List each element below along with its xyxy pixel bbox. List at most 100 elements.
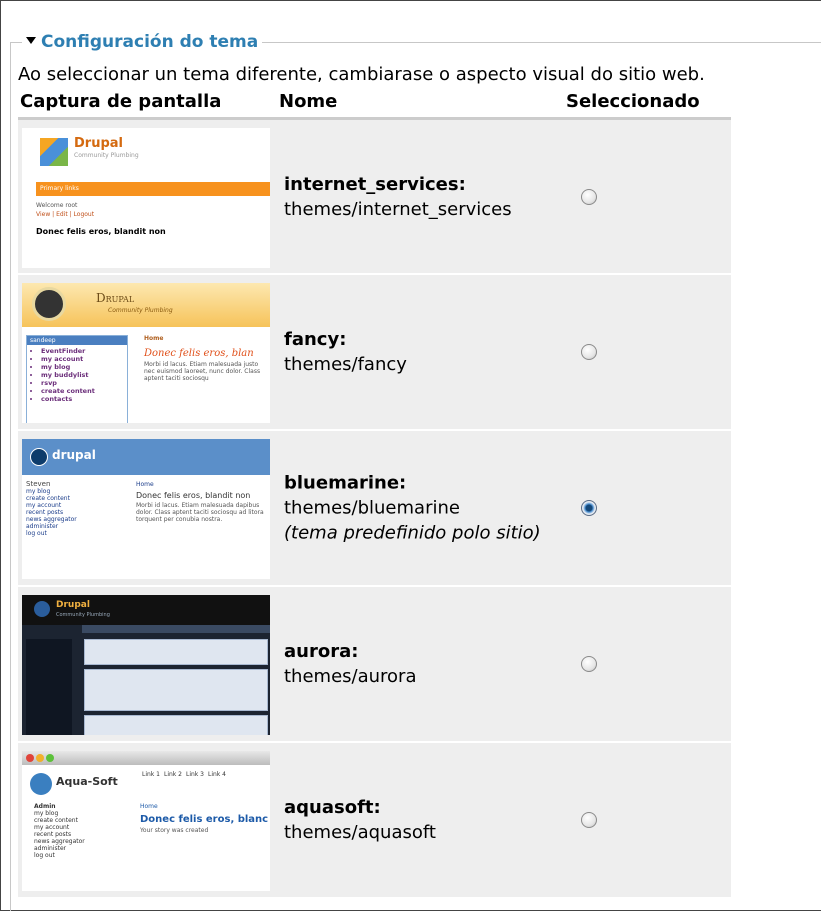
- drupal-logo-icon: [40, 138, 68, 166]
- thumb-sidebar: [26, 639, 72, 735]
- thumb-titlebar: [22, 751, 270, 765]
- legend-label: Configuración do tema: [41, 32, 259, 52]
- thumb-breadcrumb: Home: [140, 803, 158, 810]
- thumb-body: Morbi id lacus. Etiam malesuada dapibus …: [136, 502, 264, 523]
- thumb-breadcrumb: Home: [136, 481, 154, 488]
- thumb-link: Link 1: [141, 771, 160, 778]
- thumb-sidebar: sandeep EventFinder my account my blog m…: [26, 335, 128, 423]
- thumb-sidebar: Steven my blog create content my account…: [26, 481, 122, 538]
- theme-name-cell: aquasoft: themes/aquasoft: [284, 795, 436, 845]
- theme-screenshot: Drupal Community Plumbing sandeep EventF…: [22, 283, 270, 423]
- thumb-slogan: Community Plumbing: [108, 307, 173, 314]
- thumb-breadcrumb: Home: [144, 335, 164, 342]
- theme-name-cell: bluemarine: themes/bluemarine (tema pred…: [284, 471, 541, 546]
- themes-table: Drupal Community Plumbing Primary links …: [18, 117, 731, 897]
- thumb-menu-item: contacts: [41, 395, 127, 403]
- thumb-link: Link 3: [185, 771, 204, 778]
- thumb-brand: Drupal: [74, 136, 123, 151]
- thumb-sidebar: Admin my blog create content my account …: [34, 803, 124, 859]
- zoom-dot-icon: [46, 754, 54, 762]
- thumb-main: Home Donec felis eros, blandit non Morbi…: [136, 481, 270, 523]
- default-theme-note: (tema predefinido polo sitio): [284, 522, 541, 544]
- thumb-body: Your story was created: [140, 827, 209, 834]
- column-header-name: Nome: [279, 91, 338, 112]
- theme-screenshot: Aqua-Soft Link 1 Link 2 Link 3 Link 4 Admin…: [22, 751, 270, 891]
- thumb-content-box: [84, 669, 268, 711]
- fieldset-legend[interactable]: Configuración do tema: [22, 30, 263, 54]
- theme-screenshot: drupal Steven my blog create content my …: [22, 439, 270, 579]
- table-row: drupal Steven my blog create content my …: [18, 429, 731, 585]
- thumb-title: Donec felis eros, blanc: [140, 814, 269, 825]
- minimize-dot-icon: [36, 754, 44, 762]
- thumb-title: Donec felis eros, blandit non: [136, 491, 251, 500]
- theme-radio-aurora[interactable]: [581, 656, 597, 672]
- thumb-title: Donec felis eros, blandit non: [36, 227, 166, 236]
- thumb-content-box: [84, 639, 268, 665]
- theme-radio-internet-services[interactable]: [581, 188, 597, 205]
- collapse-triangle-icon[interactable]: [26, 37, 36, 44]
- globe-icon: [30, 773, 52, 795]
- theme-name-cell: internet_services: themes/internet_servi…: [284, 172, 512, 222]
- column-header-screenshot: Captura de pantalla: [20, 91, 222, 112]
- close-dot-icon: [26, 754, 34, 762]
- thumb-menu-item: my blog: [34, 810, 59, 817]
- thumb-links: Link 1 Link 2 Link 3 Link 4: [140, 771, 228, 778]
- theme-name: aurora:: [284, 641, 359, 662]
- thumb-menu-item: my account: [26, 502, 62, 509]
- thumb-menu-item: administer: [34, 845, 67, 852]
- thumb-bar-label: Primary links: [40, 185, 79, 192]
- column-header-selected: Seleccionado: [566, 91, 700, 112]
- theme-radio-aquasoft[interactable]: [581, 812, 597, 828]
- thumb-menu-item: recent posts: [26, 509, 64, 516]
- theme-radio-bluemarine[interactable]: [581, 500, 597, 516]
- theme-path: themes/internet_services: [284, 198, 512, 220]
- theme-name: fancy:: [284, 329, 347, 350]
- thumb-links: View | Edit | Logout: [36, 211, 95, 218]
- thumb-menu-item: my blog: [41, 363, 127, 371]
- theme-path: themes/aurora: [284, 666, 417, 687]
- theme-radio-fancy[interactable]: [581, 344, 597, 360]
- theme-screenshot: Drupal Community Plumbing: [22, 595, 270, 735]
- thumb-menu-item: create content: [34, 817, 78, 824]
- theme-screenshot: Drupal Community Plumbing Primary links …: [22, 128, 270, 268]
- thumb-menu-item: EventFinder: [41, 347, 127, 355]
- thumb-menu-item: create content: [41, 387, 127, 395]
- thumb-welcome: Welcome root: [36, 202, 78, 209]
- theme-path: themes/bluemarine: [284, 497, 460, 519]
- table-row: Aqua-Soft Link 1 Link 2 Link 3 Link 4 Admin…: [18, 741, 731, 897]
- thumb-link: Link 4: [207, 771, 226, 778]
- thumb-nav: [82, 625, 270, 633]
- theme-path: themes/fancy: [284, 354, 407, 375]
- theme-name: bluemarine:: [284, 472, 407, 494]
- druplicon-icon: [30, 448, 48, 466]
- thumb-slogan: Community Plumbing: [74, 152, 139, 159]
- table-row: Drupal Community Plumbing aurora: themes…: [18, 585, 731, 741]
- thumb-menu-item: my buddylist: [41, 371, 127, 379]
- thumb-link: Link 2: [163, 771, 182, 778]
- thumb-menu-item: my account: [34, 824, 70, 831]
- fieldset-description: Ao seleccionar un tema diferente, cambia…: [18, 64, 705, 85]
- thumb-user: Admin: [34, 803, 56, 810]
- thumb-main: Home Donec felis eros, blanc Your story …: [140, 803, 270, 834]
- thumb-primary-bar: Primary links: [36, 182, 270, 196]
- table-row: Drupal Community Plumbing Primary links …: [18, 117, 731, 273]
- thumb-brand: Drupal: [56, 600, 90, 610]
- thumb-menu-item: create content: [26, 495, 70, 502]
- thumb-brand: Drupal: [96, 291, 135, 305]
- wheel-logo-icon: [32, 287, 66, 321]
- theme-path: themes/aquasoft: [284, 822, 436, 843]
- thumb-title: Donec felis eros, blan: [144, 348, 254, 359]
- thumb-menu-item: news aggregator: [26, 516, 77, 523]
- thumb-main: Home Donec felis eros, blan Morbi id lac…: [144, 335, 270, 382]
- thumb-body: Morbi id lacus. Etiam malesuada justo ne…: [144, 361, 261, 382]
- thumb-brand: drupal: [52, 448, 96, 462]
- thumb-menu-item: my blog: [26, 488, 51, 495]
- theme-name: internet_services:: [284, 173, 466, 195]
- theme-name-cell: aurora: themes/aurora: [284, 639, 416, 689]
- druplicon-icon: [34, 601, 50, 617]
- thumb-menu-item: recent posts: [34, 831, 72, 838]
- thumb-menu-item: log out: [34, 852, 55, 859]
- thumb-menu-item: rsvp: [41, 379, 127, 387]
- thumb-menu-item: news aggregator: [34, 838, 85, 845]
- table-row: Drupal Community Plumbing sandeep EventF…: [18, 273, 731, 429]
